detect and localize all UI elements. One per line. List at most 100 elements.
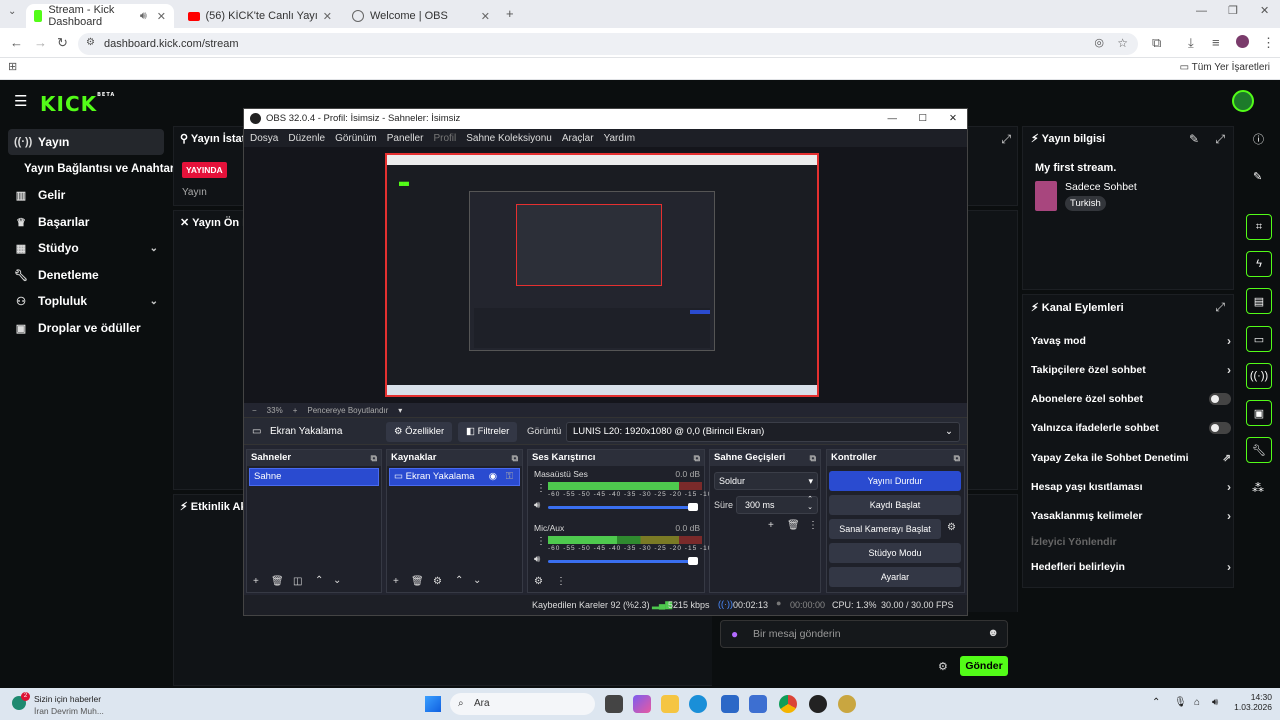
chat-input[interactable]: ● Bir mesaj gönderin ☻ [720, 620, 1008, 648]
tray-chevron-icon[interactable]: ⌃ [1152, 697, 1160, 708]
download-icon[interactable]: ⤓ [1188, 36, 1194, 49]
info-icon[interactable]: ⓘ [1253, 135, 1264, 146]
volume-icon[interactable]: 🔊︎ [1212, 697, 1218, 708]
profile-avatar-icon[interactable] [1236, 35, 1249, 48]
obs-close-icon[interactable]: ✕ [949, 109, 957, 129]
menu-araclar[interactable]: Araçlar [562, 133, 594, 144]
back-icon[interactable]: ← [10, 36, 23, 49]
sidebar-item-denetleme[interactable]: 🔧︎ Denetleme [8, 262, 164, 288]
user-avatar[interactable] [1232, 90, 1254, 112]
sidebar-item-studyo[interactable]: ▦ Stüdyo ⌄ [8, 235, 164, 261]
source-item[interactable]: ▭ Ekran Yakalama ◉ ⚿ [389, 468, 520, 486]
close-window-icon[interactable]: ✕ [1260, 6, 1269, 17]
zoom-in-button[interactable]: + [293, 406, 298, 415]
desktop-audio-menu-icon[interactable]: ⋮ [536, 483, 546, 494]
obs-maximize-icon[interactable]: ☐ [918, 109, 927, 129]
sidebar-item-yayin[interactable]: ((·)) Yayın [8, 129, 164, 155]
obs-taskbar-icon[interactable] [809, 695, 827, 713]
tab-youtube[interactable]: (56) KİCK'te Canlı Yayın NASIL AÇ ✕ [180, 4, 340, 28]
add-transition-icon[interactable]: + [768, 520, 774, 531]
captured-screen-source[interactable]: ▀▀ [385, 153, 819, 397]
menu-duzenle[interactable]: Düzenle [288, 133, 325, 144]
source-properties-icon[interactable]: ⚙ [433, 576, 442, 587]
desktop-volume-knob[interactable] [688, 503, 698, 511]
scene-filters-icon[interactable]: ◫ [293, 576, 302, 587]
move-down-icon[interactable]: ⌄ [473, 575, 481, 586]
action-followers-only[interactable]: Takipçilere özel sohbet › [1031, 360, 1231, 380]
settings-button[interactable]: Ayarlar [829, 567, 961, 587]
emoji-icon[interactable]: ☻ [987, 627, 999, 639]
edit-pencil-icon[interactable]: ✎ [1189, 132, 1199, 146]
apps-grid-icon[interactable]: ⊞ [8, 62, 17, 73]
dock-float-icon[interactable]: ⧉ [371, 450, 377, 466]
menu-kebab-icon[interactable]: ⋮ [1262, 36, 1275, 49]
mixer-menu-icon[interactable]: ⋮ [556, 576, 566, 587]
mic-volume-slider[interactable] [548, 560, 694, 563]
site-info-icon[interactable]: ⚙ [86, 38, 95, 48]
menu-paneller[interactable]: Paneller [387, 133, 424, 144]
tab-kick-dashboard[interactable]: Stream - Kick Dashboard 🔊︎ ✕ [26, 4, 174, 28]
mic-aux-menu-icon[interactable]: ⋮ [536, 536, 546, 547]
sidebar-item-stream-key[interactable]: Yayın Bağlantısı ve Anahtarı [18, 156, 178, 182]
app-icon[interactable] [838, 695, 856, 713]
edge-icon[interactable] [689, 695, 707, 713]
start-recording-button[interactable]: Kaydı Başlat [829, 495, 961, 515]
edit-icon[interactable]: ✎ [1253, 172, 1262, 183]
expand-icon[interactable]: ⤢ [1215, 300, 1225, 315]
minimize-icon[interactable]: — [1196, 6, 1207, 17]
microphone-icon[interactable]: 🎙︎ [1174, 697, 1187, 708]
outlook-icon[interactable] [749, 695, 767, 713]
tab-search-icon[interactable]: ⌄ [8, 7, 16, 17]
close-tab-icon[interactable]: ✕ [157, 10, 166, 23]
expand-icon[interactable]: ⤢ [1001, 132, 1011, 147]
sidebar-item-gelir[interactable]: ▥ Gelir [8, 182, 164, 208]
new-tab-icon[interactable]: + [506, 7, 514, 20]
forward-icon[interactable]: → [34, 36, 47, 49]
move-up-icon[interactable]: ⌃ [455, 575, 463, 586]
windows-start-icon[interactable] [425, 696, 441, 712]
visibility-eye-icon[interactable]: ◉ [489, 469, 497, 485]
move-down-icon[interactable]: ⌄ [333, 575, 341, 586]
remove-source-icon[interactable]: 🗑︎ [411, 576, 424, 587]
transition-select[interactable]: Soldur ▾ [714, 472, 818, 490]
fit-window-button[interactable]: Pencereye Boyutlandır [307, 406, 388, 415]
display-select[interactable]: LUNIS L20: 1920x1080 @ 0,0 (Birincil Ekr… [566, 422, 960, 442]
action-set-goals[interactable]: Hedefleri belirleyin › [1031, 557, 1231, 577]
clip-button[interactable]: ⌗ [1246, 214, 1272, 240]
spin-arrows-icon[interactable]: ⌃ ⌄ [807, 496, 813, 512]
action-slow-mode[interactable]: Yavaş mod › [1031, 331, 1231, 351]
action-account-age[interactable]: Hesap yaşı kısıtlaması › [1031, 477, 1231, 497]
menu-profil[interactable]: Profil [433, 133, 456, 144]
studio-mode-button[interactable]: Stüdyo Modu [829, 543, 961, 563]
menu-sahne-koleksiyonu[interactable]: Sahne Koleksiyonu [466, 133, 552, 144]
notes-button[interactable]: ▤ [1246, 288, 1272, 314]
extensions-icon[interactable]: ⧉ [1152, 36, 1161, 49]
close-tab-icon[interactable]: ✕ [481, 10, 490, 23]
remove-transition-icon[interactable]: 🗑︎ [787, 520, 800, 531]
zoom-out-button[interactable]: − [252, 406, 257, 415]
eye-off-icon[interactable]: ◎ [1094, 38, 1104, 49]
taskbar-search[interactable]: ⌕ Ara [450, 693, 595, 715]
zoom-dropdown-icon[interactable]: ▾ [398, 406, 402, 415]
move-up-icon[interactable]: ⌃ [315, 575, 323, 586]
clock[interactable]: 14:30 1.03.2026 [1232, 692, 1272, 712]
advanced-audio-icon[interactable]: ⚙ [534, 576, 543, 587]
store-icon[interactable] [721, 695, 739, 713]
url-field[interactable]: ⚙ dashboard.kick.com/stream ◎ ☆ [78, 33, 1138, 55]
dock-float-icon[interactable]: ⧉ [694, 450, 700, 466]
dock-float-icon[interactable]: ⧉ [810, 450, 816, 466]
add-source-icon[interactable]: + [393, 576, 399, 587]
stop-streaming-button[interactable]: Yayını Durdur [829, 471, 961, 491]
lock-icon[interactable]: ⚿ [506, 469, 513, 485]
menu-yardim[interactable]: Yardım [604, 133, 636, 144]
broadcast-button[interactable]: ((·)) [1246, 363, 1272, 389]
scene-item[interactable]: Sahne [249, 468, 379, 486]
send-button[interactable]: Gönder [960, 656, 1008, 676]
filters-button[interactable]: ◧ Filtreler [458, 422, 518, 442]
menu-dosya[interactable]: Dosya [250, 133, 278, 144]
menu-gorunum[interactable]: Görünüm [335, 133, 377, 144]
layout-button[interactable]: ▣ [1246, 400, 1272, 426]
speaker-icon[interactable]: 🔊︎ [534, 554, 540, 565]
boost-button[interactable]: ϟ [1246, 251, 1272, 277]
mic-volume-knob[interactable] [688, 557, 698, 565]
